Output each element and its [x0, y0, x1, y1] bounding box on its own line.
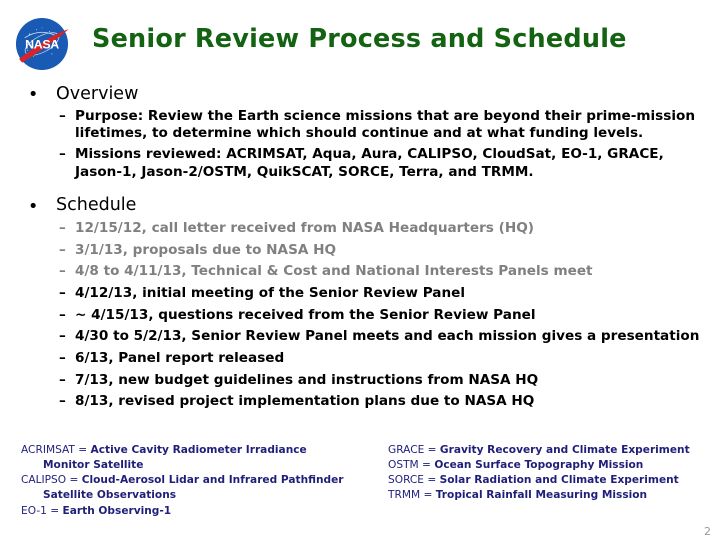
- acronym-definition: Ocean Surface Topography Mission: [434, 459, 644, 472]
- acronym-entry: SORCE = Solar Radiation and Climate Expe…: [388, 473, 708, 488]
- list-item: – 6/13, Panel report released: [0, 350, 720, 368]
- dash-bullet-icon: –: [59, 371, 66, 388]
- acronym-term: CALIPSO: [21, 474, 67, 487]
- list-item: – 7/13, new budget guidelines and instru…: [0, 372, 720, 390]
- list-item: – 4/8 to 4/11/13, Technical & Cost and N…: [0, 263, 720, 281]
- acronym-legend-right-column: GRACE = Gravity Recovery and Climate Exp…: [388, 443, 708, 504]
- list-item-line: Jason-1, Jason-2/OSTM, QuikSCAT, SORCE, …: [75, 163, 534, 180]
- acronym-equals: =: [418, 459, 435, 472]
- acronym-term: SORCE: [388, 474, 424, 487]
- list-item-line: lifetimes, to determine which should con…: [75, 125, 644, 142]
- list-item: – ~ 4/15/13, questions received from the…: [0, 307, 720, 325]
- list-item: – Purpose: Review the Earth science miss…: [0, 108, 720, 143]
- dash-bullet-icon: –: [59, 350, 66, 366]
- acronym-term: ACRIMSAT: [21, 444, 75, 456]
- dash-bullet-icon: –: [59, 145, 66, 162]
- acronym-entry: GRACE = Gravity Recovery and Climate Exp…: [388, 443, 708, 458]
- acronym-definition-continuation: Satellite Observations: [43, 489, 177, 502]
- list-item: – 4/12/13, initial meeting of the Senior…: [0, 285, 720, 303]
- acronym-definition: Earth Observing-1: [62, 504, 172, 517]
- dash-bullet-icon: –: [59, 107, 66, 124]
- list-item-line: 4/8 to 4/11/13, Technical & Cost and Nat…: [75, 263, 593, 280]
- acronym-equals: =: [420, 489, 436, 502]
- acronym-equals: =: [46, 504, 63, 517]
- schedule-item-list: – 12/15/12, call letter received from NA…: [0, 220, 720, 411]
- acronym-definition: Cloud-Aerosol Lidar and Infrared Pathfin…: [81, 474, 344, 487]
- page-number: 2: [704, 525, 711, 538]
- list-item: – 3/1/13, proposals due to NASA HQ: [0, 242, 720, 260]
- dash-bullet-icon: –: [59, 241, 66, 258]
- acronym-definition: Tropical Rainfall Measuring Mission: [435, 489, 648, 502]
- acronym-equals: =: [66, 474, 82, 487]
- acronym-legend: ACRIMSAT = Active Cavity Radiometer Irra…: [0, 443, 720, 540]
- section-heading-overview: • Overview: [0, 84, 720, 105]
- acronym-entry: EO-1 = Earth Observing-1: [21, 504, 371, 519]
- acronym-entry: ACRIMSAT = Active Cavity Radiometer Irra…: [21, 443, 371, 458]
- acronym-definition: Gravity Recovery and Climate Experiment: [439, 444, 690, 456]
- section-schedule: • Schedule – 12/15/12, call letter recei…: [0, 195, 720, 411]
- list-item-line: Missions reviewed: ACRIMSAT, Aqua, Aura,…: [75, 145, 664, 162]
- list-item-line: ~ 4/15/13, questions received from the S…: [75, 306, 536, 323]
- acronym-term: TRMM: [388, 489, 421, 502]
- dash-bullet-icon: –: [59, 393, 66, 410]
- list-item-line: 6/13, Panel report released: [75, 350, 285, 366]
- acronym-definition-continuation: Monitor Satellite: [43, 459, 144, 472]
- acronym-definition: Solar Radiation and Climate Experiment: [439, 474, 679, 487]
- acronym-equals: =: [424, 444, 440, 456]
- list-item-line: 8/13, revised project implementation pla…: [75, 393, 535, 410]
- acronym-entry: TRMM = Tropical Rainfall Measuring Missi…: [388, 488, 708, 503]
- dash-bullet-icon: –: [59, 263, 66, 280]
- section-heading-schedule: • Schedule: [0, 195, 720, 216]
- list-item-line: 3/1/13, proposals due to NASA HQ: [75, 241, 337, 258]
- acronym-term: GRACE: [388, 444, 425, 456]
- dash-bullet-icon: –: [59, 219, 66, 236]
- list-item-line: Purpose: Review the Earth science missio…: [75, 107, 696, 124]
- list-item: – 12/15/12, call letter received from NA…: [0, 220, 720, 238]
- list-item: – 8/13, revised project implementation p…: [0, 393, 720, 411]
- acronym-entry: OSTM = Ocean Surface Topography Mission: [388, 458, 708, 473]
- acronym-term: OSTM: [388, 459, 419, 472]
- list-item-line: 12/15/12, call letter received from NASA…: [75, 219, 534, 236]
- acronym-term: EO-1: [21, 504, 47, 517]
- nasa-meatball-logo: NASA: [11, 13, 73, 71]
- acronym-equals: =: [74, 444, 91, 456]
- page-title: Senior Review Process and Schedule: [92, 24, 627, 54]
- svg-text:NASA: NASA: [25, 37, 59, 51]
- slide-content: • Overview – Purpose: Review the Earth s…: [0, 78, 720, 411]
- section-heading-label: Overview: [56, 84, 139, 104]
- acronym-equals: =: [424, 474, 440, 487]
- dash-bullet-icon: –: [59, 284, 66, 301]
- acronym-definition: Active Cavity Radiometer Irradiance: [90, 444, 307, 456]
- bullet-dot-icon: •: [28, 85, 39, 106]
- section-heading-label: Schedule: [56, 195, 137, 216]
- list-item-line: 7/13, new budget guidelines and instruct…: [75, 371, 539, 388]
- bullet-dot-icon: •: [28, 196, 39, 217]
- acronym-entry: CALIPSO = Cloud-Aerosol Lidar and Infrar…: [21, 473, 371, 488]
- section-overview: • Overview – Purpose: Review the Earth s…: [0, 84, 720, 181]
- acronym-legend-left-column: ACRIMSAT = Active Cavity Radiometer Irra…: [21, 443, 371, 519]
- dash-bullet-icon: –: [59, 306, 66, 323]
- dash-bullet-icon: –: [59, 328, 66, 345]
- slide-header: NASA Senior Review Process and Schedule: [0, 0, 720, 78]
- list-item: – 4/30 to 5/2/13, Senior Review Panel me…: [0, 328, 720, 346]
- list-item-line: 4/12/13, initial meeting of the Senior R…: [75, 284, 466, 301]
- list-item-line: 4/30 to 5/2/13, Senior Review Panel meet…: [75, 328, 700, 345]
- overview-item-list: – Purpose: Review the Earth science miss…: [0, 108, 720, 182]
- list-item: – Missions reviewed: ACRIMSAT, Aqua, Aur…: [0, 146, 720, 181]
